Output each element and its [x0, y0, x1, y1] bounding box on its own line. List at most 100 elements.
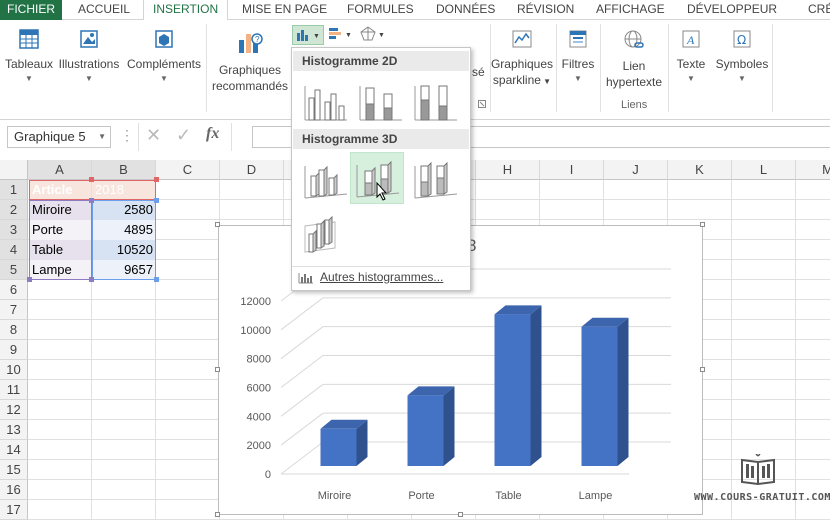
select-all-corner[interactable] — [0, 160, 28, 180]
tab-mise-en-page[interactable]: MISE EN PAGE — [242, 0, 327, 20]
range-handle[interactable] — [89, 277, 94, 282]
column-chart-button[interactable]: ▼ — [292, 25, 324, 45]
percent-stacked-column-2d-option[interactable] — [409, 76, 463, 128]
tab-insertion[interactable]: INSERTION — [143, 0, 229, 21]
clustered-column-3d-option[interactable] — [299, 154, 353, 206]
more-histograms-label: Autres histogrammes... — [320, 270, 444, 284]
ribbon-separator — [772, 24, 773, 112]
y-tick-label: 4000 — [247, 411, 271, 423]
column-header-h[interactable]: H — [476, 160, 540, 180]
stacked-column-2d-option[interactable] — [354, 76, 408, 128]
graphiques-recommandes-button[interactable]: ? Graphiques recommandés — [208, 28, 292, 94]
gridline-side — [280, 441, 324, 475]
row-header-12[interactable]: 12 — [0, 400, 28, 420]
grid-vline — [795, 180, 796, 520]
tab-fichier[interactable]: FICHIER — [0, 0, 62, 20]
range-handle[interactable] — [154, 277, 159, 282]
row-header-13[interactable]: 13 — [0, 420, 28, 440]
tab-developpeur[interactable]: DÉVELOPPEUR — [687, 0, 777, 20]
chart-resize-handle[interactable] — [700, 367, 705, 372]
row-header-11[interactable]: 11 — [0, 380, 28, 400]
lien-hypertexte-button[interactable]: Lien hypertexte — [602, 28, 666, 90]
column-header-k[interactable]: K — [668, 160, 732, 180]
column-header-c[interactable]: C — [156, 160, 220, 180]
range-handle[interactable] — [89, 177, 94, 182]
tableaux-button[interactable]: Tableaux ▼ — [4, 28, 54, 84]
row-header-5[interactable]: 5 — [0, 260, 28, 280]
tab-donnees[interactable]: DONNÉES — [436, 0, 495, 20]
chart-resize-handle[interactable] — [458, 512, 463, 517]
svg-text:Ω: Ω — [737, 33, 746, 47]
tab-accueil[interactable]: ACCUEIL — [78, 0, 130, 20]
row-header-7[interactable]: 7 — [0, 300, 28, 320]
column-header-d[interactable]: D — [220, 160, 284, 180]
y-tick-label: 2000 — [247, 440, 271, 452]
symboles-button[interactable]: Ω Symboles ▼ — [714, 28, 770, 84]
category-range-highlight — [29, 200, 92, 280]
range-handle[interactable] — [89, 198, 94, 203]
row-header-9[interactable]: 9 — [0, 340, 28, 360]
dialog-launcher-icon[interactable] — [478, 100, 486, 108]
texte-button[interactable]: A Texte ▼ — [670, 28, 712, 84]
fx-icon[interactable]: fx — [206, 125, 219, 143]
range-handle[interactable] — [27, 277, 32, 282]
radar-chart-button[interactable]: ▼ — [358, 25, 388, 45]
complements-button[interactable]: Compléments ▼ — [124, 28, 204, 84]
illustrations-button[interactable]: Illustrations ▼ — [57, 28, 121, 84]
slicer-icon — [569, 30, 587, 48]
tab-revision[interactable]: RÉVISION — [517, 0, 574, 20]
column-header-a[interactable]: A — [28, 160, 92, 180]
row-header-2[interactable]: 2 — [0, 200, 28, 220]
row-header-15[interactable]: 15 — [0, 460, 28, 480]
stacked-column-3d-option[interactable] — [350, 152, 404, 204]
omega-icon: Ω — [733, 30, 751, 48]
row-header-10[interactable]: 10 — [0, 360, 28, 380]
column-header-j[interactable]: J — [604, 160, 668, 180]
book-logo-icon — [741, 454, 775, 486]
row-header-1[interactable]: 1 — [0, 180, 28, 200]
chart-resize-handle[interactable] — [700, 222, 705, 227]
grid-vline — [731, 180, 732, 520]
tab-formules[interactable]: FORMULES — [347, 0, 414, 20]
table-icon — [19, 29, 39, 49]
lien-label-1: Lien — [622, 59, 646, 73]
chevron-down-icon: ▼ — [687, 74, 695, 83]
column-header-l[interactable]: L — [732, 160, 796, 180]
row-header-14[interactable]: 14 — [0, 440, 28, 460]
row-header-16[interactable]: 16 — [0, 480, 28, 500]
chart-resize-handle[interactable] — [215, 222, 220, 227]
column-header-b[interactable]: B — [92, 160, 156, 180]
cancel-icon[interactable]: ✕ — [146, 125, 161, 146]
range-handle[interactable] — [154, 177, 159, 182]
more-options-icon[interactable]: ⋮ — [120, 127, 134, 144]
sparkline-button[interactable]: Graphiques sparkline ▼ — [490, 28, 554, 90]
partial-ribbon-label[interactable]: sé — [472, 64, 486, 80]
tab-affichage[interactable]: AFFICHAGE — [596, 0, 665, 20]
column-header-i[interactable]: I — [540, 160, 604, 180]
row-header-17[interactable]: 17 — [0, 500, 28, 520]
column-header-m[interactable]: M — [796, 160, 830, 180]
chart-resize-handle[interactable] — [215, 512, 220, 517]
sparkline-label-2: sparkline — [492, 73, 541, 87]
bar-chart-button[interactable]: ▼ — [326, 25, 356, 45]
check-icon[interactable]: ✓ — [176, 125, 191, 146]
row-header-6[interactable]: 6 — [0, 280, 28, 300]
clustered-column-2d-option[interactable] — [299, 76, 353, 128]
ribbon-tab-bar: FICHIER ACCUEIL INSERTION MISE EN PAGE F… — [0, 0, 830, 21]
chevron-down-icon[interactable]: ▼ — [98, 127, 106, 147]
tab-creation[interactable]: CRÉ — [808, 0, 830, 20]
column-3d-option[interactable] — [299, 210, 353, 262]
name-box[interactable]: Graphique 5 ▼ — [7, 126, 111, 148]
column-3d-icon — [304, 215, 336, 253]
more-histograms-link[interactable]: Autres histogrammes... — [298, 270, 443, 284]
row-header-8[interactable]: 8 — [0, 320, 28, 340]
partial-label-text: sé — [472, 65, 485, 79]
percent-stacked-column-3d-option[interactable] — [409, 154, 463, 206]
filtres-button[interactable]: Filtres ▼ — [558, 28, 598, 84]
range-handle[interactable] — [154, 198, 159, 203]
row-header-3[interactable]: 3 — [0, 220, 28, 240]
histogram-dropdown: Histogramme 2D Histogramme 3D Autres his… — [291, 47, 471, 291]
chart-resize-handle[interactable] — [215, 367, 220, 372]
row-header-4[interactable]: 4 — [0, 240, 28, 260]
percent-stacked-column-icon — [414, 85, 457, 121]
